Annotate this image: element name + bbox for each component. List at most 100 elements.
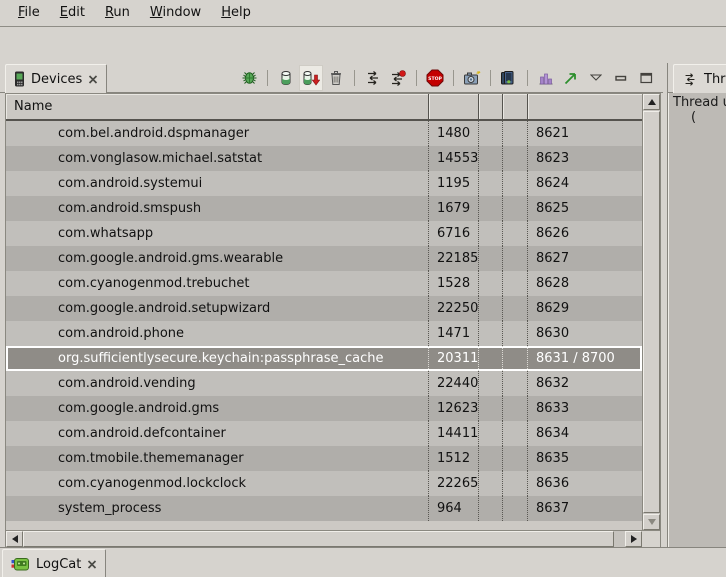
view-menu-button[interactable] <box>585 66 607 90</box>
threads-icon <box>682 72 698 87</box>
table-row[interactable]: system_process 964 8637 <box>6 496 642 521</box>
table-row[interactable]: com.google.android.setupwizard 22250 862… <box>6 296 642 321</box>
menu-window[interactable]: Window <box>140 2 211 24</box>
trash-icon <box>329 70 343 86</box>
process-name: com.google.android.gms <box>6 396 429 421</box>
menu-run[interactable]: Run <box>95 2 140 24</box>
process-pid: 1480 <box>429 121 479 146</box>
column-header-port[interactable] <box>528 94 642 119</box>
status-cell <box>503 346 528 371</box>
column-header-status2[interactable] <box>503 94 528 119</box>
table-row[interactable]: com.cyanogenmod.trebuchet 1528 8628 <box>6 271 642 296</box>
table-row[interactable]: com.bel.android.dspmanager 1480 8621 <box>6 121 642 146</box>
status-cell <box>479 421 503 446</box>
table-header: Name <box>6 94 642 121</box>
process-port: 8623 <box>528 146 642 171</box>
logcat-icon <box>11 557 30 572</box>
vertical-scrollbar-thumb[interactable] <box>643 111 660 513</box>
process-port: 8630 <box>528 321 642 346</box>
status-cell <box>479 221 503 246</box>
scroll-down-button[interactable] <box>643 514 660 530</box>
table-row[interactable]: com.cyanogenmod.lockclock 22265 8636 <box>6 471 642 496</box>
horizontal-scrollbar[interactable] <box>6 530 642 547</box>
device-screens-button[interactable] <box>498 66 520 90</box>
status-cell <box>479 371 503 396</box>
toolbar-separator <box>416 70 417 86</box>
minimize-button[interactable] <box>610 66 632 90</box>
status-cell <box>503 146 528 171</box>
process-pid: 22265 <box>429 471 479 496</box>
arrow-right-icon <box>631 535 637 543</box>
update-heap-button[interactable] <box>275 66 297 90</box>
table-row[interactable]: com.android.systemui 1195 8624 <box>6 171 642 196</box>
table-row[interactable]: com.android.defcontainer 14411 8634 <box>6 421 642 446</box>
menu-help[interactable]: Help <box>211 2 261 24</box>
process-name: com.android.smspush <box>6 196 429 221</box>
cause-gc-button[interactable] <box>325 66 347 90</box>
debug-button[interactable] <box>238 66 260 90</box>
status-cell <box>479 396 503 421</box>
scroll-left-button[interactable] <box>6 531 23 547</box>
status-cell <box>479 146 503 171</box>
status-cell <box>503 321 528 346</box>
stop-process-button[interactable]: STOP <box>424 66 446 90</box>
process-name: com.android.phone <box>6 321 429 346</box>
status-cell <box>479 446 503 471</box>
process-port: 8624 <box>528 171 642 196</box>
sysinfo-button[interactable] <box>535 66 557 90</box>
table-row[interactable]: com.google.android.gms.wearable 22185 86… <box>6 246 642 271</box>
table-row[interactable]: com.vonglasow.michael.satstat 14553 8623 <box>6 146 642 171</box>
maximize-button[interactable] <box>635 66 657 90</box>
process-port: 8621 <box>528 121 642 146</box>
column-header-pid[interactable] <box>429 94 479 119</box>
tab-threads[interactable]: Threads <box>673 64 726 93</box>
devices-view: Devices <box>0 63 663 547</box>
process-pid: 12623 <box>429 396 479 421</box>
process-port: 8637 <box>528 496 642 521</box>
table-row[interactable]: com.google.android.gms 12623 8633 <box>6 396 642 421</box>
close-icon[interactable] <box>88 75 98 84</box>
device-screens-icon <box>500 70 518 86</box>
process-port: 8635 <box>528 446 642 471</box>
start-profiling-button[interactable] <box>387 66 409 90</box>
vertical-scrollbar[interactable] <box>642 94 660 530</box>
maximize-icon <box>640 72 653 84</box>
dump-hprof-button[interactable] <box>300 66 322 90</box>
table-row[interactable]: com.android.phone 1471 8630 <box>6 321 642 346</box>
method-profiling-button[interactable] <box>560 66 582 90</box>
threads-message-line1: Thread up <box>673 95 726 110</box>
status-cell <box>503 121 528 146</box>
process-port: 8627 <box>528 246 642 271</box>
table-row[interactable]: com.android.smspush 1679 8625 <box>6 196 642 221</box>
debug-bug-icon <box>241 70 258 86</box>
column-header-status1[interactable] <box>479 94 503 119</box>
tab-devices[interactable]: Devices <box>5 64 107 93</box>
horizontal-scrollbar-thumb[interactable] <box>23 531 614 547</box>
status-cell <box>503 296 528 321</box>
menu-file[interactable]: File <box>8 2 50 24</box>
phone-icon <box>14 71 25 87</box>
table-row[interactable]: com.tmobile.thememanager 1512 8635 <box>6 446 642 471</box>
process-pid: 22250 <box>429 296 479 321</box>
status-cell <box>479 496 503 521</box>
status-cell <box>503 246 528 271</box>
table-row[interactable]: org.sufficientlysecure.keychain:passphra… <box>6 346 642 371</box>
menu-edit[interactable]: Edit <box>50 2 95 24</box>
sysinfo-bars-icon <box>538 70 554 86</box>
scroll-right-button[interactable] <box>625 531 642 547</box>
tab-logcat[interactable]: LogCat <box>2 549 106 577</box>
process-name: com.google.android.setupwizard <box>6 296 429 321</box>
scroll-up-button[interactable] <box>643 94 660 110</box>
update-threads-button[interactable] <box>362 66 384 90</box>
table-row[interactable]: com.android.vending 22440 8632 <box>6 371 642 396</box>
minimize-icon <box>615 73 627 83</box>
process-port: 8634 <box>528 421 642 446</box>
status-cell <box>479 471 503 496</box>
table-body: com.bel.android.dspmanager 1480 8621 com… <box>6 121 642 521</box>
close-icon[interactable] <box>87 560 97 569</box>
column-header-name[interactable]: Name <box>6 94 429 119</box>
table-row[interactable]: com.whatsapp 6716 8626 <box>6 221 642 246</box>
status-cell <box>479 346 503 371</box>
status-cell <box>479 246 503 271</box>
screen-capture-button[interactable] <box>461 66 483 90</box>
